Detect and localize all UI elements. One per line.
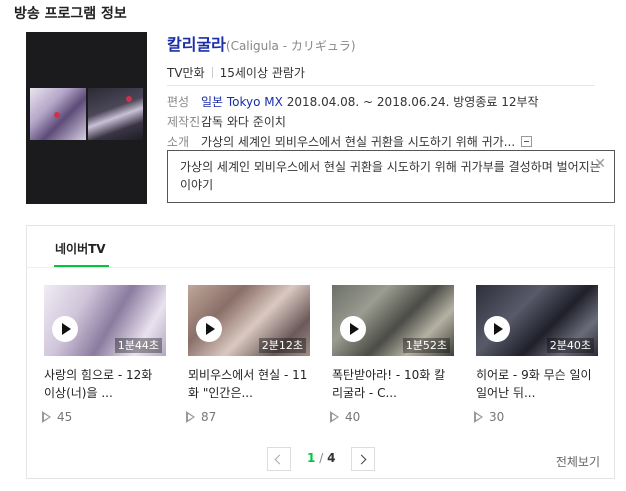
play-icon[interactable] — [52, 316, 78, 342]
clip-title[interactable]: 뫼비우스에서 현실 - 11화 "인간은... — [188, 366, 310, 402]
clip-title[interactable]: 폭탄받아라! - 10화 칼리굴라 - C... — [332, 366, 454, 402]
info-divider — [167, 85, 595, 86]
play-icon[interactable] — [196, 316, 222, 342]
schedule-label: 편성 — [167, 95, 190, 109]
program-title[interactable]: 칼리굴라 — [167, 35, 226, 54]
staff-value: 감독 와다 준이치 — [201, 115, 286, 129]
poster-accent-dot — [126, 96, 132, 102]
total-pages: 4 — [327, 451, 336, 465]
view-all-link[interactable]: 전체보기 — [556, 453, 600, 470]
program-original-title: (Caligula - カリギュラ) — [225, 39, 356, 53]
clip-thumbnail[interactable]: 2분12초 — [188, 285, 310, 356]
tab-divider — [27, 267, 614, 268]
clip-view-count: 45 — [57, 410, 73, 424]
synopsis-popup: 가상의 세계인 뫼비우스에서 현실 귀환을 시도하기 위해 귀가부를 결성하며 … — [167, 150, 615, 203]
schedule-period: 2018.04.08. ~ 2018.06.24. 방영종료 12부작 — [286, 95, 539, 109]
tab-naver-tv[interactable]: 네이버TV — [55, 240, 106, 257]
collapse-icon[interactable] — [521, 136, 533, 147]
schedule-row: 편성 일본 Tokyo MX 2018.04.08. ~ 2018.06.24. … — [167, 93, 539, 110]
clip-views: 45 — [42, 410, 166, 424]
clip-item[interactable]: 1분52초 폭탄받아라! - 10화 칼리굴라 - C... 40 — [330, 285, 454, 424]
page-indicator: 1 / 4 — [307, 451, 335, 465]
play-count-icon — [474, 411, 483, 423]
genre-label: TV만화 — [167, 66, 205, 80]
clip-item[interactable]: 1분44초 사랑의 힘으로 - 12화 이상(너)을 ... 45 — [42, 285, 166, 424]
clip-view-count: 40 — [345, 410, 361, 424]
program-title-row: 칼리굴라(Caligula - カリギュラ) — [167, 31, 356, 55]
staff-row: 제작진감독 와다 준이치 — [167, 113, 286, 130]
poster-image[interactable] — [26, 32, 147, 204]
program-meta: TV만화 15세이상 관람가 — [167, 64, 305, 81]
synopsis-full-text: 가상의 세계인 뫼비우스에서 현실 귀환을 시도하기 위해 귀가부를 결성하며 … — [180, 160, 601, 192]
close-icon[interactable]: ✕ — [594, 155, 606, 173]
clip-views: 30 — [474, 410, 598, 424]
play-count-icon — [186, 411, 195, 423]
synopsis-row: 소개 가상의 세계인 뫼비우스에서 현실 귀환을 시도하기 위해 귀가... — [167, 133, 533, 150]
staff-label: 제작진 — [167, 115, 201, 129]
play-icon[interactable] — [340, 316, 366, 342]
next-page-button[interactable] — [351, 447, 375, 471]
clip-duration: 1분52초 — [402, 338, 450, 353]
poster-accent-dot — [54, 112, 60, 118]
clip-thumbnail[interactable]: 2분40초 — [476, 285, 598, 356]
section-title: 방송 프로그램 정보 — [14, 6, 127, 22]
rating-label: 15세이상 관람가 — [219, 66, 305, 80]
clip-view-count: 30 — [489, 410, 505, 424]
current-page: 1 — [307, 451, 316, 465]
clip-thumbnail[interactable]: 1분44초 — [44, 285, 166, 356]
clip-views: 87 — [186, 410, 310, 424]
channel-link[interactable]: 일본 Tokyo MX — [201, 95, 283, 109]
play-count-icon — [42, 411, 51, 423]
clip-duration: 2분12초 — [258, 338, 306, 353]
play-count-icon — [330, 411, 339, 423]
clip-title[interactable]: 사랑의 힘으로 - 12화 이상(너)을 ... — [44, 366, 166, 402]
clip-thumbnail[interactable]: 1분52초 — [332, 285, 454, 356]
clip-views: 40 — [330, 410, 454, 424]
synopsis-label: 소개 — [167, 135, 190, 149]
poster-art-right — [88, 88, 143, 140]
clip-duration: 1분44초 — [114, 338, 162, 353]
clip-view-count: 87 — [201, 410, 217, 424]
clip-title[interactable]: 히어로 - 9화 무슨 일이 일어난 뒤... — [476, 366, 598, 402]
prev-page-button[interactable] — [267, 447, 291, 471]
clip-item[interactable]: 2분12초 뫼비우스에서 현실 - 11화 "인간은... 87 — [186, 285, 310, 424]
play-icon[interactable] — [484, 316, 510, 342]
naver-tv-panel: 네이버TV 1분44초 사랑의 힘으로 - 12화 이상(너)을 ... 45 … — [26, 225, 615, 479]
meta-divider — [211, 67, 213, 78]
synopsis-short: 가상의 세계인 뫼비우스에서 현실 귀환을 시도하기 위해 귀가... — [201, 135, 516, 149]
clip-duration: 2분40초 — [546, 338, 594, 353]
page-separator: / — [319, 451, 324, 465]
clip-item[interactable]: 2분40초 히어로 - 9화 무슨 일이 일어난 뒤... 30 — [474, 285, 598, 424]
